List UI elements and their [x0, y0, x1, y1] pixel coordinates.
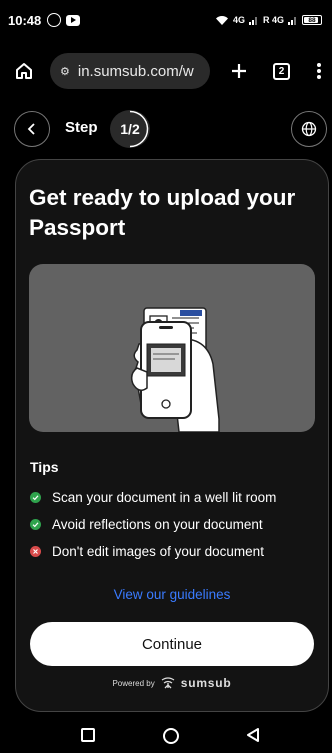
- step-label: Step: [65, 119, 98, 136]
- signal-bars-secondary-icon: [288, 17, 296, 25]
- back-button[interactable]: [14, 111, 50, 147]
- home-button[interactable]: [14, 61, 34, 81]
- home-icon: [16, 63, 32, 79]
- cross-icon: [30, 546, 41, 557]
- home-nav-button[interactable]: [162, 727, 180, 745]
- powered-by-text: Powered by: [112, 678, 155, 688]
- whatsapp-notification-icon: [47, 13, 62, 27]
- step-progress-ring: [129, 110, 149, 148]
- youtube-notification-icon: [66, 14, 81, 26]
- globe-icon: [301, 121, 317, 137]
- tip-item: Avoid reflections on your document: [30, 511, 276, 538]
- powered-by: Powered by sumsub: [0, 676, 332, 690]
- page-title: Get ready to upload your Passport: [29, 185, 296, 240]
- recent-apps-button[interactable]: [80, 727, 96, 743]
- more-menu-icon: [317, 63, 321, 79]
- status-bar: 10:48 4G R 4G 88: [0, 0, 332, 40]
- back-nav-button[interactable]: [245, 727, 261, 743]
- tip-item: Scan your document in a well lit room: [30, 484, 276, 511]
- tab-switcher-icon: 2: [273, 62, 290, 80]
- brand-name: sumsub: [180, 676, 232, 690]
- status-time: 10:48: [8, 12, 42, 28]
- more-menu-button[interactable]: [316, 62, 322, 80]
- wifi-icon: [215, 15, 228, 25]
- url-text: in.sumsub.com/w: [77, 62, 194, 80]
- new-tab-icon: [232, 64, 246, 78]
- status-indicators: 4G R 4G 88: [215, 15, 322, 26]
- chevron-left-icon: [27, 123, 35, 135]
- battery-level: 88: [308, 16, 316, 24]
- signal-bars-icon: [248, 17, 257, 25]
- signal-primary-label: 4G: [232, 15, 245, 25]
- check-icon: [30, 492, 41, 503]
- check-icon: [30, 519, 41, 530]
- home-circle-icon: [163, 728, 179, 744]
- tip-item: Don't edit images of your document: [30, 538, 276, 565]
- tip-text: Scan your document in a well lit room: [52, 490, 277, 505]
- battery-icon: 88: [302, 15, 322, 25]
- recent-apps-icon: [81, 728, 95, 742]
- step-progress: 1/2: [110, 110, 150, 148]
- continue-button[interactable]: Continue: [30, 622, 314, 666]
- signal-secondary-label: R 4G: [262, 15, 284, 25]
- language-button[interactable]: [291, 111, 327, 147]
- tab-switcher-button[interactable]: 2: [273, 62, 290, 80]
- tips-heading: Tips: [30, 459, 59, 475]
- site-settings-icon[interactable]: ⚙: [60, 65, 70, 78]
- sumsub-logo-icon: [160, 677, 176, 689]
- address-bar[interactable]: ⚙ in.sumsub.com/w: [50, 53, 210, 89]
- tips-list: Scan your document in a well lit room Av…: [30, 484, 276, 565]
- browser-toolbar: ⚙ in.sumsub.com/w 2: [0, 40, 332, 102]
- new-tab-button[interactable]: [230, 62, 248, 80]
- view-guidelines-link[interactable]: View our guidelines: [0, 587, 332, 602]
- back-triangle-icon: [247, 728, 259, 742]
- tip-text: Don't edit images of your document: [52, 544, 264, 559]
- system-nav-bar: [0, 719, 332, 753]
- phone-scanning-passport-image: [130, 307, 220, 432]
- passport-illustration: [29, 264, 315, 432]
- tip-text: Avoid reflections on your document: [52, 517, 263, 532]
